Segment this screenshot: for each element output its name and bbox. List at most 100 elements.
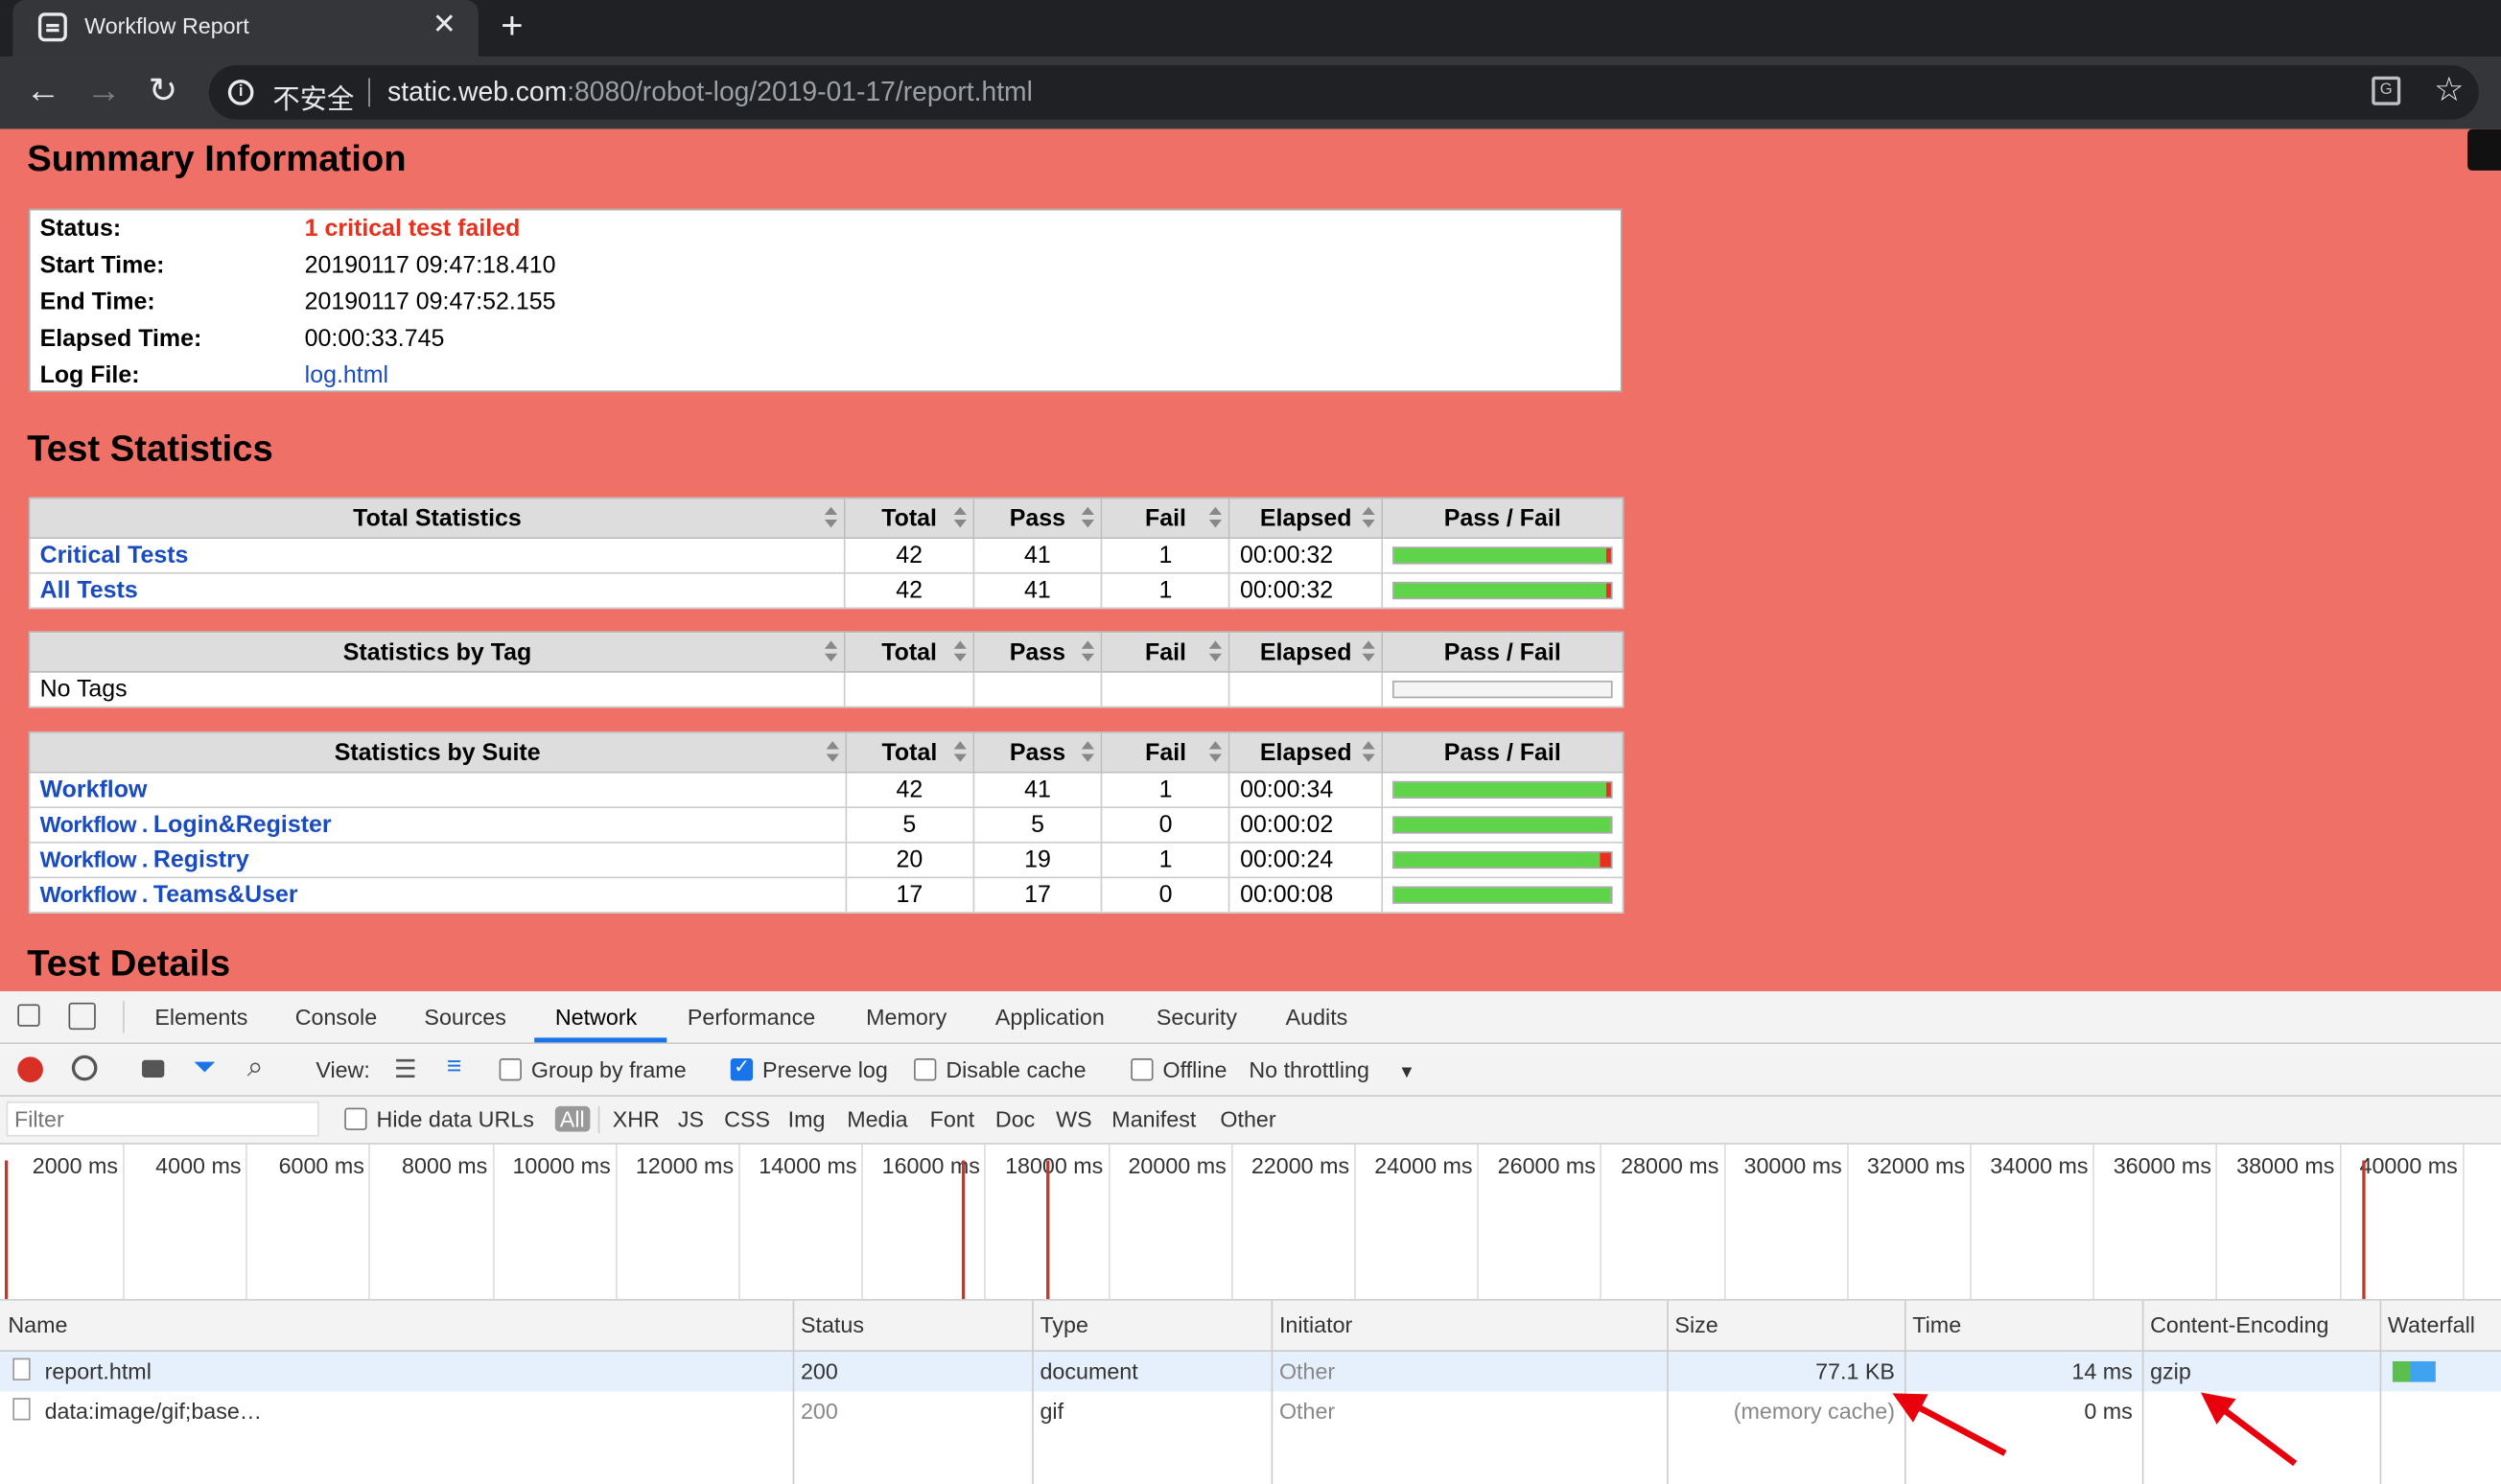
stat-header-col[interactable]: Pass (972, 497, 1103, 540)
back-arrow-icon[interactable]: ← (26, 71, 61, 110)
stat-header-name[interactable]: Statistics by Suite (28, 731, 847, 774)
tab-network[interactable]: Network (555, 1005, 637, 1031)
suite-link[interactable]: Workflow (40, 777, 148, 803)
tab-security[interactable]: Security (1157, 1005, 1237, 1031)
column-divider[interactable] (1271, 1300, 1274, 1484)
column-header-content-encoding[interactable]: Content-Encoding (2150, 1311, 2328, 1337)
filter-type-js[interactable]: JS (678, 1106, 704, 1132)
bookmark-star-icon[interactable]: ☆ (2434, 70, 2464, 110)
column-header-status[interactable]: Status (801, 1311, 864, 1337)
column-header-type[interactable]: Type (1040, 1311, 1087, 1337)
large-rows-icon[interactable]: ☰ (394, 1054, 417, 1085)
disable-cache-checkbox[interactable]: Disable cache (914, 1056, 1087, 1082)
stat-header-col[interactable]: Total (844, 631, 974, 673)
filter-type-css[interactable]: CSS (724, 1106, 770, 1132)
stat-header-col[interactable]: Pass (972, 631, 1103, 673)
new-tab-icon[interactable]: + (501, 5, 523, 50)
log-file-link[interactable]: log.html (305, 359, 388, 394)
checkbox-box[interactable] (1131, 1058, 1154, 1081)
column-divider[interactable] (1667, 1300, 1669, 1484)
column-header-time[interactable]: Time (1912, 1311, 1961, 1337)
sort-icon[interactable] (953, 506, 967, 529)
stat-link[interactable]: Critical Tests (40, 542, 189, 568)
stat-header-col[interactable]: Elapsed (1228, 631, 1383, 673)
reload-icon[interactable]: ↻ (149, 71, 178, 110)
column-divider[interactable] (2141, 1300, 2144, 1484)
browser-tab[interactable]: Workflow Report ✕ (12, 0, 479, 58)
forward-arrow-icon[interactable]: → (86, 71, 122, 110)
sort-icon[interactable] (1209, 640, 1223, 662)
filter-type-ws[interactable]: WS (1056, 1106, 1092, 1132)
stat-header-col[interactable]: Fail (1100, 631, 1231, 673)
filter-input[interactable] (6, 1101, 319, 1137)
tab-audits[interactable]: Audits (1286, 1005, 1348, 1031)
network-overview-timeline[interactable]: 2000 ms 4000 ms 6000 ms 8000 ms 10000 ms 1200… (0, 1144, 2501, 1301)
column-header-initiator[interactable]: Initiator (1279, 1311, 1352, 1337)
column-divider[interactable] (2379, 1300, 2382, 1484)
info-icon[interactable]: i (227, 80, 254, 105)
filter-type-doc[interactable]: Doc (995, 1106, 1035, 1132)
device-toolbar-icon[interactable] (68, 1002, 96, 1031)
filter-type-other[interactable]: Other (1220, 1106, 1275, 1132)
tab-sources[interactable]: Sources (424, 1005, 505, 1031)
throttling-select[interactable]: No throttling ▼ (1249, 1056, 1415, 1082)
page-scroll-handle[interactable] (2467, 128, 2501, 171)
offline-checkbox[interactable]: Offline (1131, 1056, 1227, 1082)
filter-funnel-icon[interactable]: ⏷ (193, 1051, 216, 1084)
sort-icon[interactable] (1082, 741, 1095, 763)
address-bar[interactable]: i 不安全 static.web.com:8080/robot-log/2019… (208, 65, 2479, 120)
sort-icon[interactable] (1362, 506, 1375, 529)
record-icon[interactable] (17, 1056, 43, 1082)
filter-type-xhr[interactable]: XHR (613, 1106, 660, 1132)
stat-header-col[interactable]: Elapsed (1228, 731, 1383, 774)
group-by-frame-checkbox[interactable]: Group by frame (499, 1056, 687, 1082)
suite-prefix-link[interactable]: Workflow . (40, 846, 153, 872)
sort-icon[interactable] (1081, 506, 1095, 529)
stat-header-name[interactable]: Statistics by Tag (28, 631, 847, 673)
sort-icon[interactable] (1209, 741, 1223, 763)
suite-link[interactable]: Login&Register (153, 811, 332, 838)
checkbox-box-checked[interactable] (730, 1055, 754, 1081)
suite-link[interactable]: Teams&User (153, 881, 298, 908)
filter-type-font[interactable]: Font (930, 1106, 975, 1132)
stat-header-col[interactable]: Fail (1100, 497, 1231, 540)
tab-console[interactable]: Console (295, 1005, 377, 1031)
stat-header-col[interactable]: Total (844, 497, 974, 540)
checkbox-box[interactable] (914, 1058, 937, 1081)
column-header-name[interactable]: Name (8, 1311, 67, 1337)
search-icon[interactable]: ⌕ (247, 1051, 264, 1084)
stat-header-name[interactable]: Total Statistics (28, 497, 847, 540)
column-header-size[interactable]: Size (1674, 1311, 1718, 1337)
filter-type-manifest[interactable]: Manifest (1111, 1106, 1196, 1132)
suite-prefix-link[interactable]: Workflow . (40, 881, 153, 907)
translate-icon[interactable]: G (2372, 76, 2401, 105)
stat-header-col[interactable]: Elapsed (1228, 497, 1383, 540)
checkbox-box[interactable] (344, 1107, 367, 1130)
hide-data-urls-checkbox[interactable]: Hide data URLs (344, 1106, 534, 1132)
sort-icon[interactable] (1081, 640, 1095, 662)
tab-memory[interactable]: Memory (866, 1005, 947, 1031)
checkbox-box[interactable] (499, 1058, 522, 1081)
suite-prefix-link[interactable]: Workflow . (40, 811, 153, 837)
suite-link[interactable]: Registry (153, 846, 249, 873)
preserve-log-checkbox[interactable]: Preserve log (730, 1055, 888, 1082)
close-tab-icon[interactable]: ✕ (432, 8, 456, 41)
inspect-element-icon[interactable] (17, 1004, 40, 1027)
sort-icon[interactable] (1209, 506, 1223, 529)
stat-header-col[interactable]: Pass (972, 731, 1103, 774)
sort-icon[interactable] (953, 640, 967, 662)
filter-type-img[interactable]: Img (788, 1106, 826, 1132)
sort-icon[interactable] (1362, 741, 1375, 763)
stat-header-col[interactable]: Fail (1101, 731, 1231, 774)
security-label[interactable]: 不安全 (272, 77, 354, 117)
tab-elements[interactable]: Elements (154, 1005, 247, 1031)
sort-icon[interactable] (825, 506, 838, 529)
column-divider[interactable] (1032, 1300, 1034, 1484)
stat-header-col[interactable]: Total (844, 731, 975, 774)
stat-link[interactable]: All Tests (40, 577, 138, 604)
capture-screenshots-icon[interactable] (142, 1059, 165, 1078)
sort-icon[interactable] (825, 741, 839, 763)
url-text[interactable]: static.web.com:8080/robot-log/2019-01-17… (387, 77, 1033, 108)
column-header-waterfall[interactable]: Waterfall (2388, 1311, 2475, 1337)
waterfall-overview-icon[interactable]: ≡ (447, 1054, 462, 1082)
